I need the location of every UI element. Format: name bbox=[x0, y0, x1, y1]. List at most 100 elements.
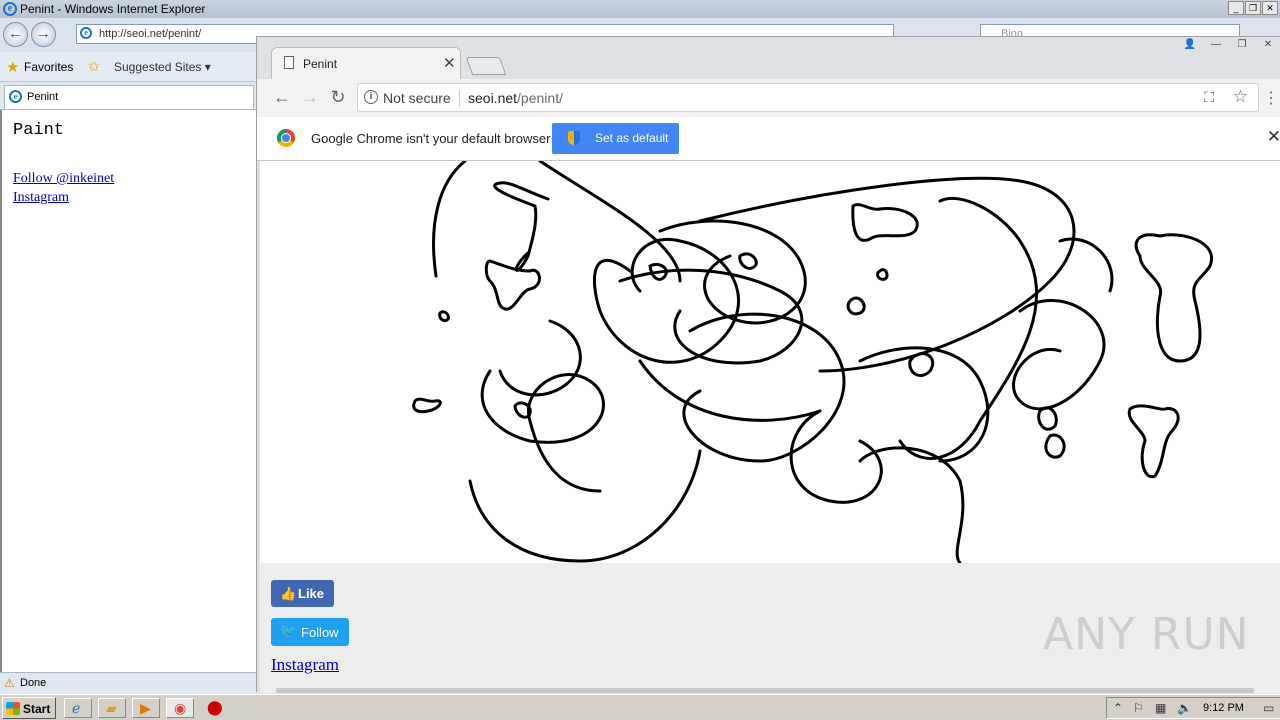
follow-link[interactable]: Follow @inkeinet bbox=[13, 171, 114, 187]
ie-tab[interactable]: e Penint bbox=[4, 85, 254, 109]
facebook-like-button[interactable]: 👍 Like bbox=[271, 580, 334, 607]
network-icon[interactable]: ▦ bbox=[1155, 701, 1166, 715]
stroke-right-loop bbox=[1012, 299, 1106, 411]
stroke-right-big-loop bbox=[898, 196, 1038, 460]
instagram-link[interactable]: Instagram bbox=[271, 655, 339, 675]
infobar-message: Google Chrome isn't your default browser bbox=[311, 131, 551, 146]
minimize-icon[interactable]: — bbox=[1203, 39, 1229, 53]
minimize-icon[interactable]: _ bbox=[1228, 1, 1244, 15]
chrome-page-content: 👍 Like 🐦 Follow Instagram ANY RUN bbox=[260, 161, 1280, 693]
page-heading: Paint bbox=[13, 121, 65, 140]
suggested-sites-link[interactable]: Suggested Sites ▾ bbox=[114, 60, 211, 74]
show-desktop-icon[interactable]: ▭ bbox=[1263, 701, 1274, 715]
stroke-u-left bbox=[498, 319, 582, 397]
chrome-window: Penint ✕ 👤 — ❐ ✕ ← → ↻ i Not secure seoi… bbox=[256, 36, 1280, 693]
stroke-small-key-3 bbox=[876, 268, 889, 281]
horizontal-scrollbar[interactable] bbox=[276, 688, 1254, 693]
forward-button[interactable]: → bbox=[299, 87, 321, 109]
ie-window-controls: _ ❐ ✕ bbox=[1228, 1, 1278, 15]
stroke-knot-1 bbox=[851, 203, 919, 242]
reload-button[interactable]: ↻ bbox=[327, 87, 349, 109]
status-text: Done bbox=[20, 677, 47, 689]
flag-icon[interactable]: ⚐ bbox=[1133, 701, 1144, 715]
clock: 9:12 PM bbox=[1203, 702, 1244, 714]
forward-button[interactable]: → bbox=[31, 22, 56, 47]
chrome-tab[interactable]: Penint ✕ bbox=[271, 47, 461, 79]
tray-expand-icon[interactable]: ⌃ bbox=[1113, 701, 1123, 715]
back-button[interactable]: ← bbox=[3, 22, 28, 47]
back-button[interactable]: ← bbox=[271, 87, 293, 109]
stroke-bottom-curve bbox=[468, 449, 702, 563]
add-favorite-icon[interactable]: ✩ bbox=[88, 58, 100, 75]
ie-page-content: Paint Follow @inkeinet Instagram bbox=[0, 110, 256, 672]
menu-dots-icon[interactable]: ⋮ bbox=[1263, 88, 1279, 108]
new-tab-button[interactable] bbox=[465, 57, 507, 75]
omnibox-url: seoi.net/penint/ bbox=[468, 90, 563, 106]
chrome-toolbar: ← → ↻ i Not secure seoi.net/penint/ ⛶ ☆ … bbox=[257, 79, 1280, 117]
omnibox[interactable]: i Not secure seoi.net/penint/ ⛶ ☆ bbox=[357, 83, 1259, 112]
stroke-top-arch bbox=[538, 161, 682, 283]
bookmark-star-icon[interactable]: ☆ bbox=[1233, 87, 1248, 107]
security-label: Not secure bbox=[383, 90, 451, 106]
stroke-small-key-2 bbox=[438, 310, 450, 323]
shield-icon bbox=[568, 131, 580, 145]
restore-icon[interactable]: ❐ bbox=[1245, 1, 1261, 15]
like-label: Like bbox=[298, 586, 325, 601]
tab-ie-icon: e bbox=[9, 90, 22, 103]
paint-canvas[interactable] bbox=[260, 161, 1280, 563]
stroke-squiggle-3 bbox=[846, 296, 866, 316]
instagram-link[interactable]: Instagram bbox=[13, 190, 69, 206]
taskbar-media-icon[interactable]: ▶ bbox=[132, 698, 160, 718]
ie-window-title: Penint - Windows Internet Explorer bbox=[20, 2, 206, 16]
chrome-tab-title: Penint bbox=[303, 57, 338, 71]
ie-title-bar: e Penint - Windows Internet Explorer _ ❐… bbox=[0, 0, 1280, 18]
favorites-button[interactable]: Favorites bbox=[24, 60, 73, 74]
close-tab-icon[interactable]: ✕ bbox=[443, 54, 456, 72]
set-as-default-button[interactable]: Set as default bbox=[552, 123, 679, 154]
ie-logo-icon: e bbox=[3, 2, 17, 16]
taskbar-explorer-icon[interactable]: ▰ bbox=[98, 698, 126, 718]
omnibox-separator bbox=[459, 90, 460, 107]
stroke-squiggle-4 bbox=[908, 352, 934, 377]
stroke-lower-left bbox=[480, 369, 605, 493]
follow-label: Follow bbox=[301, 625, 339, 640]
default-browser-infobar: Google Chrome isn't your default browser… bbox=[257, 117, 1280, 161]
infobar-close-icon[interactable]: ✕ bbox=[1267, 127, 1280, 147]
url-path: /penint/ bbox=[517, 90, 563, 106]
stroke-squiggle-6 bbox=[1044, 433, 1066, 459]
stroke-middle-loop bbox=[682, 312, 846, 463]
close-icon[interactable]: ✕ bbox=[1255, 39, 1280, 53]
chrome-tab-strip: Penint ✕ 👤 — ❐ ✕ bbox=[257, 37, 1280, 79]
anyrun-watermark: ANY RUN bbox=[1043, 609, 1250, 660]
ie-tab-label: Penint bbox=[27, 91, 59, 103]
translate-icon[interactable]: ⛶ bbox=[1204, 89, 1214, 106]
page-icon bbox=[284, 56, 294, 69]
stroke-squiggle-5 bbox=[1037, 406, 1058, 431]
start-label: Start bbox=[23, 702, 51, 716]
page-icon: e bbox=[80, 27, 92, 39]
taskbar-chrome-icon[interactable]: ◉ bbox=[166, 698, 194, 718]
system-tray: ⌃ ⚐ ▦ 🔈 9:12 PM ▭ bbox=[1106, 697, 1280, 719]
url-host: seoi.net bbox=[468, 90, 518, 106]
stroke-top-right-bulb bbox=[1134, 233, 1214, 363]
taskbar-ie-icon[interactable]: ℯ bbox=[64, 698, 92, 718]
info-icon[interactable]: i bbox=[364, 90, 378, 104]
start-button[interactable]: Start bbox=[2, 697, 56, 719]
thumbs-up-icon: 👍 bbox=[280, 586, 297, 601]
stroke-squiggle-1 bbox=[738, 252, 758, 270]
restore-icon[interactable]: ❐ bbox=[1229, 39, 1255, 53]
stroke-right-small-bulb bbox=[1127, 404, 1180, 479]
volume-icon[interactable]: 🔈 bbox=[1177, 701, 1192, 715]
stroke-big-loop-1 bbox=[592, 237, 740, 364]
stroke-bottom-right bbox=[858, 446, 965, 563]
close-icon[interactable]: ✕ bbox=[1262, 1, 1278, 15]
chrome-window-controls: 👤 — ❐ ✕ bbox=[1177, 39, 1280, 53]
stroke-small-key-1 bbox=[412, 397, 442, 414]
ie-address-text: http://seoi.net/penint/ bbox=[99, 28, 202, 40]
twitter-follow-button[interactable]: 🐦 Follow bbox=[271, 618, 349, 646]
stroke-left-arc bbox=[432, 161, 467, 278]
taskbar-stop-icon[interactable]: ⬤ bbox=[200, 698, 228, 718]
set-as-default-label: Set as default bbox=[595, 131, 669, 145]
profile-icon[interactable]: 👤 bbox=[1177, 39, 1203, 53]
stroke-knot-2 bbox=[484, 259, 541, 311]
